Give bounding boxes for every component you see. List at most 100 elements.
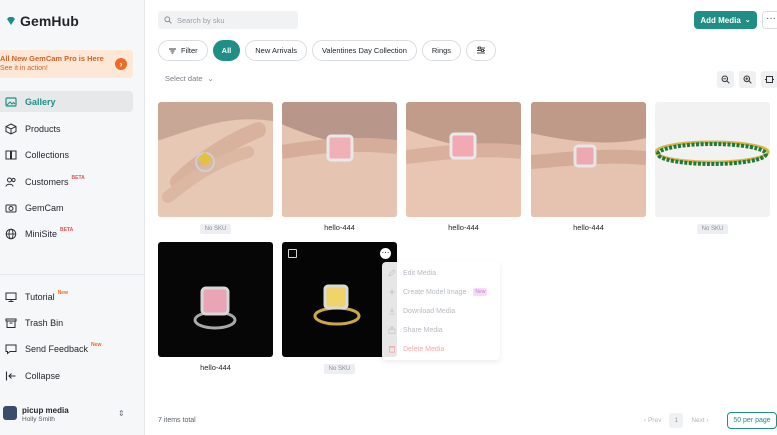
menu-item-edit-media[interactable]: Edit Media (388, 266, 436, 280)
context-menu: Edit Media Create Model Image New Downlo… (382, 262, 500, 360)
sidebar-item-customers[interactable]: Customers BETA (0, 171, 133, 192)
media-caption: hello-444 (448, 223, 479, 232)
sidebar-item-collapse[interactable]: Collapse (0, 365, 133, 386)
account-switcher[interactable]: picup media Holly Smith ⇕ (0, 402, 145, 428)
media-thumbnail[interactable] (282, 102, 397, 217)
ring-image (282, 242, 397, 357)
media-caption: hello-444 (324, 223, 355, 232)
search-icon (164, 16, 172, 24)
pagination: ‹ Prev 1 Next › (644, 413, 709, 428)
sidebar-item-gallery[interactable]: Gallery (0, 91, 133, 112)
sliders-icon (477, 46, 486, 54)
bracelet-image (655, 102, 770, 217)
prev-page-button[interactable]: ‹ Prev (644, 417, 661, 424)
media-thumbnail[interactable] (531, 102, 646, 217)
zoom-in-button[interactable] (739, 71, 756, 88)
add-media-button[interactable]: Add Media ⌄ (694, 11, 757, 29)
search-bar[interactable] (158, 11, 298, 29)
media-card[interactable]: No SKU (158, 102, 273, 234)
date-select[interactable]: Select date ⌄ (165, 74, 214, 83)
menu-item-label: Download Media (403, 307, 456, 315)
users-icon (5, 177, 16, 187)
ring-image (158, 242, 273, 357)
sidebar-item-products[interactable]: Products (0, 118, 133, 139)
beta-badge: BETA (71, 174, 85, 181)
media-card[interactable]: No SKU (655, 102, 770, 234)
sliders-button[interactable] (466, 40, 497, 61)
media-card[interactable]: hello-444 (406, 102, 521, 232)
fit-view-button[interactable] (761, 71, 777, 88)
next-page-button[interactable]: Next › (691, 417, 708, 424)
zoom-controls (717, 71, 777, 88)
add-media-label: Add Media (700, 15, 741, 25)
media-card[interactable]: hello-444 (158, 242, 273, 372)
select-checkbox[interactable] (288, 249, 297, 258)
per-page-select[interactable]: 50 per page (727, 412, 777, 429)
page-number-button[interactable]: 1 (669, 413, 684, 428)
media-card[interactable]: No SKU (282, 242, 397, 374)
menu-item-share-media[interactable]: Share Media (388, 323, 443, 337)
media-card[interactable]: hello-444 (282, 102, 397, 232)
globe-icon (5, 228, 17, 239)
zoom-out-button[interactable] (717, 71, 734, 88)
ring-on-hand-image (282, 102, 397, 217)
menu-item-label: Edit Media (403, 269, 437, 277)
arrow-right-icon[interactable]: › (115, 58, 127, 70)
sidebar-item-label: Gallery (25, 96, 56, 107)
sparkle-icon (388, 288, 396, 296)
trash-icon (5, 318, 17, 328)
camera-icon (5, 204, 17, 212)
media-thumbnail[interactable] (158, 242, 273, 357)
media-caption: hello-444 (200, 363, 231, 372)
sidebar: GemHub All New GemCam Pro is Here See it… (0, 0, 145, 435)
promo-banner[interactable]: All New GemCam Pro is Here See it in act… (0, 50, 133, 78)
sidebar-item-tutorial[interactable]: Tutorial New (0, 286, 133, 307)
sidebar-item-label: MiniSite (25, 228, 58, 239)
menu-item-download-media[interactable]: Download Media (388, 304, 455, 318)
filter-icon (169, 48, 176, 53)
date-select-label: Select date (165, 74, 203, 83)
sidebar-item-label: Tutorial (25, 291, 55, 302)
app-logo[interactable]: GemHub (6, 13, 79, 29)
no-sku-badge: No SKU (199, 224, 232, 234)
menu-item-label: Create Model Image (403, 288, 467, 296)
media-thumbnail[interactable] (655, 102, 770, 217)
media-card[interactable]: hello-444 (531, 102, 646, 232)
filter-chip-rings[interactable]: Rings (421, 40, 462, 61)
trash-icon (388, 346, 396, 353)
filter-bar: Filter All New Arrivals Valentines Day C… (158, 40, 497, 62)
account-name: picup media (22, 406, 69, 415)
chevron-updown-icon: ⇕ (118, 409, 125, 418)
media-thumbnail[interactable] (158, 102, 273, 217)
menu-item-delete-media[interactable]: Delete Media (388, 342, 444, 356)
no-sku-badge: No SKU (696, 224, 729, 234)
filter-chip-valentines-day[interactable]: Valentines Day Collection (311, 40, 417, 61)
menu-item-label: Share Media (403, 326, 443, 334)
sidebar-item-gemcam[interactable]: GemCam (0, 197, 133, 218)
media-thumbnail[interactable] (406, 102, 521, 217)
filter-chip-new-arrivals[interactable]: New Arrivals (245, 40, 307, 61)
sidebar-item-label: Collapse (25, 370, 61, 381)
card-menu-button[interactable]: ⋯ (380, 248, 391, 259)
sidebar-item-collections[interactable]: Collections (0, 144, 133, 165)
chat-icon (5, 344, 17, 355)
more-options-button[interactable]: ··· (762, 11, 777, 29)
account-user: Holly Smith (22, 416, 55, 423)
promo-title: All New GemCam Pro is Here (0, 54, 104, 63)
box-icon (5, 122, 17, 135)
sidebar-item-minisite[interactable]: MiniSite BETA (0, 223, 133, 244)
filter-chip-all[interactable]: All (212, 40, 241, 61)
new-badge: New (91, 341, 102, 348)
sidebar-item-label: Collections (25, 149, 70, 160)
media-thumbnail[interactable] (282, 242, 397, 357)
download-icon (389, 307, 395, 315)
sidebar-divider (0, 274, 145, 275)
menu-item-create-model-image[interactable]: Create Model Image New (388, 285, 488, 299)
ring-on-hand-image (158, 102, 273, 217)
filter-button[interactable]: Filter (158, 40, 208, 61)
items-total: 7 items total (158, 417, 196, 424)
search-input[interactable] (177, 15, 287, 25)
zoom-in-icon (743, 75, 752, 84)
sidebar-item-trash-bin[interactable]: Trash Bin (0, 312, 133, 333)
sidebar-item-send-feedback[interactable]: Send Feedback New (0, 338, 133, 359)
